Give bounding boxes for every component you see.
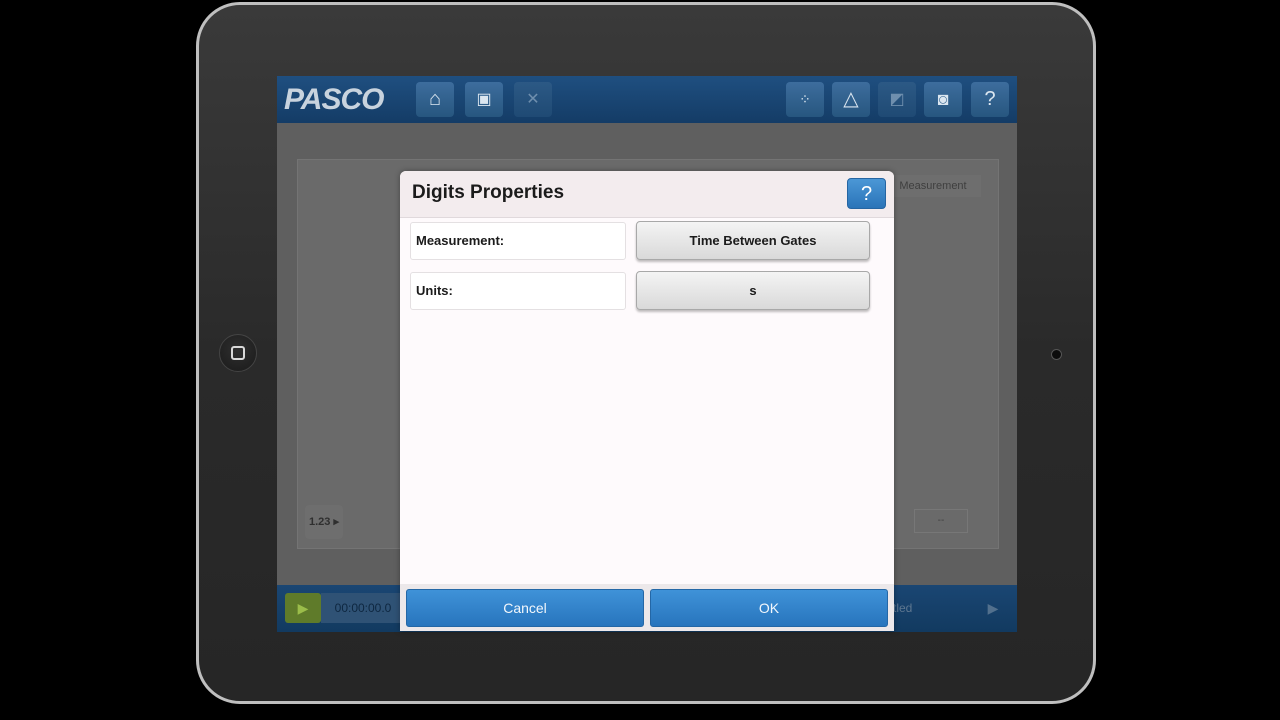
units-select-button[interactable]: s xyxy=(636,271,870,310)
help-icon[interactable]: ? xyxy=(971,82,1009,117)
next-page-icon: ▶ xyxy=(987,600,999,616)
camera-icon[interactable]: ◙ xyxy=(924,82,962,117)
home-button[interactable] xyxy=(219,334,257,372)
background-measurement-label: Measurement xyxy=(885,175,981,197)
front-camera xyxy=(1051,349,1062,360)
background-digits-value: -- xyxy=(914,509,968,533)
tool-icon[interactable]: ◩ xyxy=(878,82,916,117)
digits-properties-dialog: Digits Properties ? Measurement: Time Be… xyxy=(400,171,894,631)
dialog-header: Digits Properties ? xyxy=(400,171,894,218)
triangle-icon[interactable]: △ xyxy=(832,82,870,117)
timer-display: 00:00:00.0 xyxy=(321,593,405,623)
measurement-select-button[interactable]: Time Between Gates xyxy=(636,221,870,260)
experiment-filename: titled xyxy=(887,601,913,615)
ok-button[interactable]: OK xyxy=(650,589,888,627)
top-toolbar: PASCO ⌂ ▣ ✕ ⁘ △ ◩ ◙ ? xyxy=(277,76,1017,123)
home-icon[interactable]: ⌂ xyxy=(416,82,454,117)
pasco-logo: PASCO xyxy=(284,83,384,116)
close-icon[interactable]: ✕ xyxy=(514,82,552,117)
units-label: Units: xyxy=(410,272,626,310)
dialog-footer: Cancel OK xyxy=(400,584,894,631)
points-icon[interactable]: ⁘ xyxy=(786,82,824,117)
cancel-button[interactable]: Cancel xyxy=(406,589,644,627)
measurement-label: Measurement: xyxy=(410,222,626,260)
document-icon[interactable]: ▣ xyxy=(465,82,503,117)
dialog-help-button[interactable]: ? xyxy=(847,178,886,209)
background-digits-button: 1.23 ▸ xyxy=(305,505,343,539)
dialog-title: Digits Properties xyxy=(412,182,565,203)
play-icon: ▶ xyxy=(285,593,321,623)
